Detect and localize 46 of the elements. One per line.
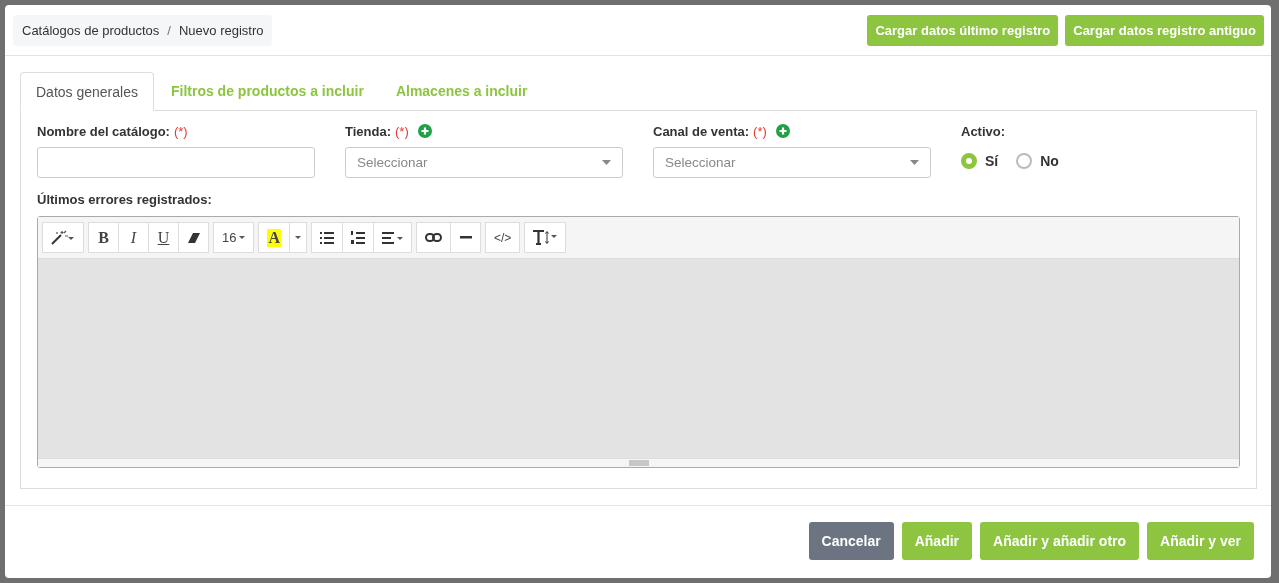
toolbar-button[interactable] [416, 222, 452, 253]
link-icon [425, 233, 443, 242]
numbered-list-icon [351, 230, 366, 245]
align-icon [382, 230, 404, 245]
caret-icon [239, 236, 246, 239]
field-label: Tienda: [345, 123, 391, 139]
breadcrumb-item[interactable]: Catálogos de productos [22, 22, 160, 38]
dropdown-caret-icon [602, 160, 611, 165]
field-label: Activo: [961, 123, 1006, 139]
select-field[interactable]: Seleccionar [653, 147, 931, 178]
field-label: Canal de venta: [653, 123, 750, 139]
toolbar-button[interactable] [450, 222, 482, 253]
required-mark: (*) [753, 123, 767, 139]
radio-button[interactable] [1016, 153, 1033, 169]
tab[interactable]: Datos generales [20, 72, 154, 111]
breadcrumb-item: Nuevo registro [178, 22, 264, 38]
field-label: Últimos errores registrados: [37, 191, 212, 207]
radio-button[interactable] [961, 153, 977, 169]
toolbar-button[interactable] [178, 222, 209, 253]
toolbar-button[interactable] [311, 222, 344, 253]
toolbar-button[interactable]: U [148, 222, 179, 253]
breadcrumb-separator: / [167, 22, 171, 38]
toolbar-button[interactable]: A [258, 222, 291, 253]
resize-handle-icon [628, 460, 649, 466]
text-field[interactable] [37, 147, 315, 178]
toolbar-button[interactable] [42, 222, 84, 253]
toolbar-button[interactable] [342, 222, 375, 253]
action-button[interactable]: Cancelar [808, 522, 894, 560]
caret-icon [295, 236, 302, 239]
toolbar-button[interactable] [373, 222, 413, 253]
toolbar-button[interactable] [524, 222, 567, 253]
bulleted-list-icon [320, 230, 335, 245]
magic-wand-icon [51, 230, 75, 245]
field-label: Nombre del catálogo: [37, 123, 170, 139]
required-mark: (*) [173, 123, 188, 139]
toolbar-button[interactable]: </> [485, 222, 521, 253]
radio-label: Sí [985, 153, 999, 169]
toolbar-button[interactable]: I [118, 222, 149, 253]
select-field[interactable]: Seleccionar [345, 147, 623, 178]
radio-label: No [1040, 153, 1059, 169]
eraser-icon [187, 232, 200, 243]
text-height-icon [533, 230, 558, 245]
toolbar-button[interactable]: B [88, 222, 119, 253]
toolbar-button[interactable]: 16 [213, 222, 255, 253]
dropdown-caret-icon [910, 160, 919, 165]
required-mark: (*) [395, 123, 409, 139]
